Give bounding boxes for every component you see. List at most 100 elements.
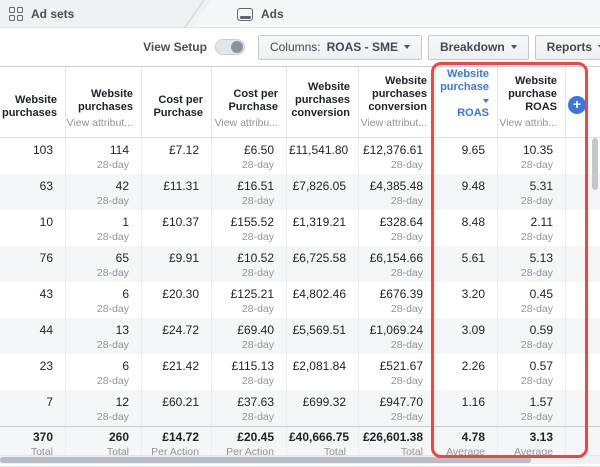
cell-value: £125.21 [230,287,274,301]
column-title: Website purchase ROAS [506,75,557,114]
vertical-scrollbar-thumb[interactable] [592,138,598,190]
table-cell: 0.59 28-day [498,318,566,354]
totals-row: 370 Total 260 Total £14.72 Per Action £20.45 Pe… [0,426,600,458]
cell-value: £6,154.66 [369,251,423,265]
horizontal-scrollbar[interactable] [0,455,600,464]
cell-value: £328.64 [379,215,423,229]
cell-value: £115.13 [231,359,275,373]
table-cell: £2,081.84 [287,354,359,390]
table-cell: £6.50 28-day [212,138,287,174]
add-column-button[interactable]: + [568,96,586,114]
tab-ads[interactable]: Ads [237,0,284,28]
breakdown-button[interactable]: Breakdown [427,34,529,60]
table-cell: 6 28-day [66,354,142,390]
column-title: Website purchases [2,94,57,120]
total-cell: £20.45 Per Action [212,427,287,458]
cell-value: £10.37 [162,215,199,229]
total-cell-spacer [566,427,600,458]
cell-value: 3.09 [461,323,485,337]
table-cell: 13 28-day [66,318,142,354]
column-title: Website purchases conversion [291,81,350,120]
cell-value: 65 [115,251,129,265]
table-row: 10 1 28-day £10.37 £155.52 28-day £1,319.21 £32… [0,210,600,246]
table-cell: £12,376.61 28-day [359,138,436,174]
table-row: 7 12 28-day £60.21 £37.63 28-day £699.32 £947.7… [0,390,600,426]
total-value: £20.45 [237,430,274,444]
table-cell: £1,069.24 28-day [359,318,436,354]
column-header-3[interactable]: Cost per Purchase [142,67,212,137]
column-header-1[interactable]: Website purchases [0,67,66,137]
table-cell: 103 [0,138,66,174]
cell-attribution-window: 28-day [96,159,129,171]
cell-attribution-window: 28-day [520,411,553,423]
cell-attribution-window: 28-day [520,231,553,243]
cell-attribution-window: 28-day [390,267,423,279]
cell-value: 13 [115,323,129,337]
table-cell: £115.13 28-day [212,354,287,390]
table-cell: 42 28-day [66,174,142,210]
column-header-6[interactable]: Website purchases conversion View attribu… [359,67,436,137]
cell-value: 0.57 [529,359,553,373]
table-header-row: Website purchases Website purchases View a… [0,66,600,138]
total-value: £26,601.38 [362,430,423,444]
table-cell: 10.35 28-day [498,138,566,174]
table-cell: 5.31 28-day [498,174,566,210]
table-cell: £10.37 [142,210,212,246]
table-cell: 76 [0,246,66,282]
table-row: 103 114 28-day £7.12 £6.50 28-day £11,541.80 £1… [0,138,600,174]
column-attribution-sub: View attribut... [360,117,427,129]
cell-value: 6 [122,359,129,373]
column-title-line2: ROAS [457,107,489,119]
cell-attribution-window: 28-day [390,411,423,423]
table-cell-spacer [566,390,600,426]
columns-button[interactable]: Columns: ROAS - SME [257,34,422,60]
table-cell: 65 28-day [66,246,142,282]
table-cell: 5.13 28-day [498,246,566,282]
cell-attribution-window: 28-day [96,231,129,243]
table-cell: £20.30 [142,282,212,318]
cell-value: 23 [39,359,53,373]
cell-attribution-window: 28-day [390,303,423,315]
cell-value: £947.70 [379,395,423,409]
column-title-text: Website purchase ROAS [508,75,557,113]
column-header-2[interactable]: Website purchases View attribut... [66,67,142,137]
column-title-text: Website purchases conversion [291,81,350,119]
reports-button[interactable]: Reports [534,34,600,60]
table-cell-spacer [566,246,600,282]
table-cell: £10.52 28-day [212,246,287,282]
table-cell: 3.20 [436,282,498,318]
table-cell: £7.12 [142,138,212,174]
column-header-8[interactable]: Website purchase ROAS View attrib... [498,67,566,137]
total-value: 260 [108,430,129,444]
cell-value: 6 [122,287,129,301]
table-cell: £4,385.48 28-day [359,174,436,210]
cell-value: £7,826.05 [292,179,346,193]
column-header-4[interactable]: Cost per Purchase View attribu... [212,67,287,137]
column-header-7[interactable]: Website purchase ROAS [436,67,498,137]
table-cell: £699.32 [287,390,359,426]
cell-value: 12 [115,395,129,409]
cell-value: £24.72 [162,323,199,337]
table-cell-spacer [566,354,600,390]
column-header-5[interactable]: Website purchases conversion [287,67,359,137]
cell-attribution-window: 28-day [241,159,274,171]
column-title: Cost per Purchase [150,94,203,120]
table-row: 63 42 28-day £11.31 £16.51 28-day £7,826.05 £4,… [0,174,600,210]
table-cell: £155.52 28-day [212,210,287,246]
total-cell: 4.78 Average [436,427,498,458]
view-setup-toggle[interactable] [214,39,245,55]
tab-ad-sets[interactable]: Ad sets [9,0,74,28]
horizontal-scrollbar-thumb[interactable] [0,457,531,463]
table-cell: 0.57 28-day [498,354,566,390]
cell-value: 10 [39,215,53,229]
table-cell: 12 28-day [66,390,142,426]
table-cell: £11.31 [142,174,212,210]
cell-attribution-window: 28-day [241,375,274,387]
total-value: 4.78 [461,430,485,444]
columns-prefix: Columns: [269,40,321,54]
cell-value: 103 [32,143,53,157]
cell-attribution-window: 28-day [96,339,129,351]
cell-value: 76 [39,251,53,265]
table-cell: £4,802.46 [287,282,359,318]
cell-value: £2,081.84 [292,359,346,373]
